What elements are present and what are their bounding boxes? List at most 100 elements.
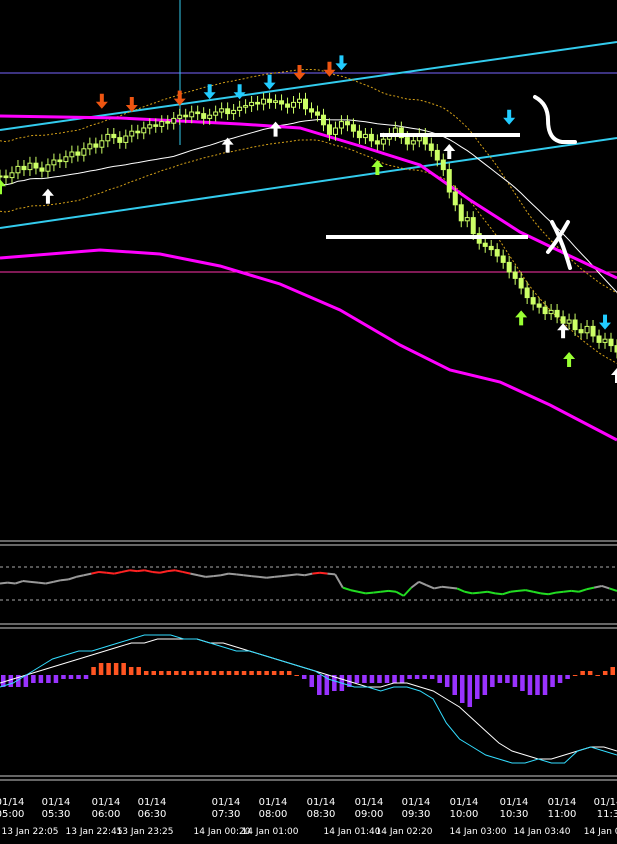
macd-histogram-bar (128, 667, 134, 675)
candle-body (81, 148, 87, 156)
candle-body (452, 191, 458, 206)
macd-histogram-bar (565, 675, 570, 679)
channel-line-lower (0, 137, 617, 229)
oscillator-segment (426, 584, 435, 590)
macd-histogram-bar (490, 675, 495, 687)
oscillator-segment (213, 574, 222, 578)
x-axis-tick-label: 09:30 (402, 809, 431, 820)
oscillator-segment (304, 572, 313, 577)
candle-body (374, 140, 380, 145)
candle-body (584, 325, 590, 334)
oscillator-segment (342, 586, 351, 592)
x-axis-tick-label: 01/14 (0, 797, 24, 808)
candle-body (320, 114, 326, 126)
oscillator-segment (410, 581, 420, 589)
candle-body (494, 249, 500, 257)
oscillator-segment (495, 592, 503, 596)
macd-histogram-bar (219, 671, 224, 675)
candle-body (261, 98, 267, 105)
candle-body (518, 277, 524, 289)
macd-histogram-bar (76, 675, 81, 679)
oscillator-segment (75, 574, 85, 578)
oscillator-segment (137, 569, 145, 573)
oscillator-segment (159, 570, 168, 574)
macd-histogram-bar (271, 671, 277, 675)
candle-body (63, 156, 69, 163)
oscillator-segment (91, 570, 100, 575)
candle-body (404, 137, 410, 145)
x-axis-tick-label: 08:30 (307, 809, 336, 820)
x-axis-tick-label: 01/14 (92, 797, 121, 808)
macd-histogram-bar (580, 671, 585, 675)
candle-body (350, 124, 356, 132)
oscillator-segment (30, 580, 39, 584)
x-axis-date-label: 13 Jan 22:05 (2, 827, 59, 837)
candle-body (213, 111, 219, 116)
candle-body (189, 111, 195, 118)
macd-histogram-bar (53, 675, 59, 683)
arrow-up-white-icon (221, 137, 234, 153)
candle-body (500, 255, 506, 263)
candle-body (69, 151, 75, 158)
candle-body (512, 271, 518, 279)
macd-histogram-bar (151, 671, 157, 675)
candle-body (362, 133, 368, 139)
macd-histogram-bar (422, 675, 427, 679)
macd-histogram-bar (317, 675, 322, 695)
candle-body (111, 133, 117, 139)
arrow-down-cyan-icon (599, 314, 612, 330)
candle-body (488, 245, 494, 251)
macd-histogram-bar (475, 675, 480, 699)
oscillator-segment (266, 575, 275, 579)
candle-body (464, 217, 470, 222)
candle-body (506, 261, 512, 273)
oscillator-segment (53, 579, 62, 583)
oscillator-segment (274, 575, 282, 578)
macd-histogram-bar (377, 675, 382, 683)
x-axis-tick-label: 01/14 (450, 797, 479, 808)
macd-histogram-bar (249, 671, 254, 675)
candle-body (291, 101, 297, 108)
oscillator-segment (258, 575, 267, 579)
macd-histogram-bar (384, 675, 390, 683)
candle-body (344, 121, 350, 126)
x-axis-tick-label: 01/14 (402, 797, 431, 808)
candle-body (566, 319, 572, 324)
candle-body (135, 130, 141, 134)
candle-body (255, 101, 261, 105)
oscillator-segment (334, 573, 344, 589)
candle-body (249, 101, 255, 107)
annotation-check-mark (533, 95, 577, 144)
candle-body (314, 111, 320, 116)
macd-histogram-bar (392, 675, 397, 683)
candle-body (165, 121, 171, 124)
macd-histogram-bar (279, 671, 284, 675)
oscillator-segment (373, 590, 381, 594)
candle-body (195, 111, 201, 115)
oscillator-segment (441, 585, 450, 589)
oscillator-segment (350, 589, 359, 593)
macd-histogram-bar (369, 675, 375, 683)
candle-body (279, 100, 285, 105)
candle-body (117, 137, 123, 143)
arrow-up-green-icon (515, 310, 528, 326)
candle-body (303, 98, 309, 110)
macd-histogram-bar (512, 675, 518, 687)
candle-body (3, 175, 9, 179)
oscillator-segment (433, 585, 443, 590)
oscillator-segment (517, 589, 526, 592)
candle-body (590, 325, 596, 337)
macd-histogram-bar (497, 675, 503, 683)
macd-histogram-bar (234, 671, 239, 675)
candle-body (380, 138, 386, 145)
macd-histogram-bar (452, 675, 457, 695)
candle-body (123, 135, 129, 143)
candle-body (147, 124, 153, 129)
oscillator-segment (0, 581, 8, 585)
oscillator-segment (14, 580, 24, 585)
macd-histogram-bar (241, 671, 247, 675)
candle-body (87, 143, 93, 150)
candle-body (183, 114, 189, 118)
oscillator-segment (83, 572, 92, 577)
oscillator-segment (281, 574, 290, 578)
